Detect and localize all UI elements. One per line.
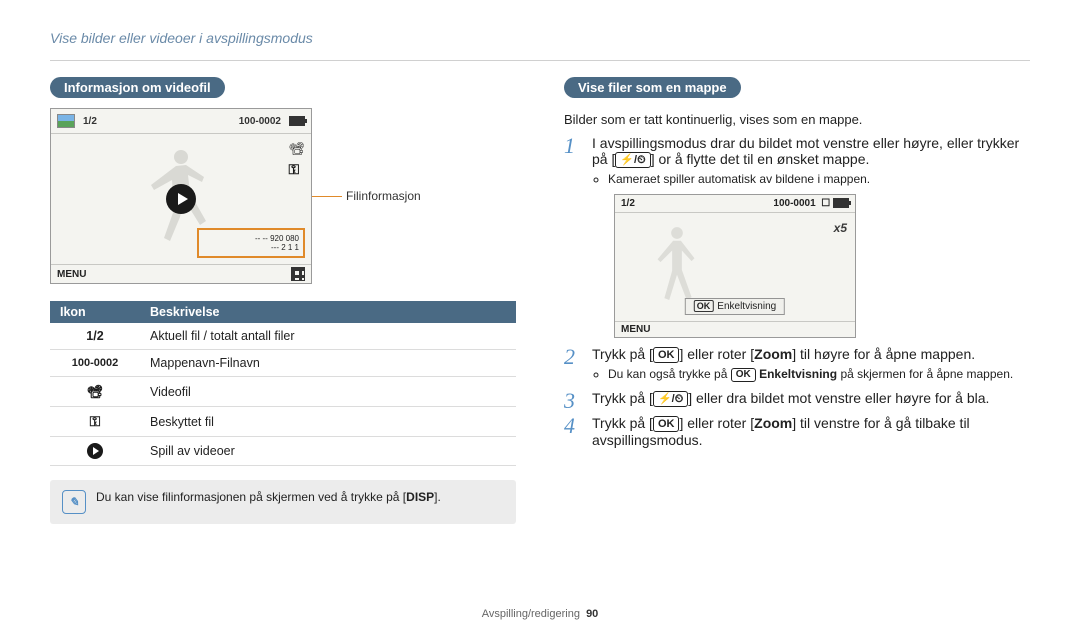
page-footer: Avspilling/redigering 90	[0, 608, 1080, 620]
right-column: Vise filer som en mappe Bilder som er ta…	[564, 77, 1030, 524]
table-row: 1/2 Aktuell fil / totalt antall filer	[50, 323, 516, 350]
stack-count: x5	[834, 221, 847, 235]
lock-icon	[90, 413, 101, 430]
step-3: Trykk på [⚡/⏲] eller dra bildet mot vens…	[564, 390, 1030, 407]
step-1-sub: Kameraet spiller automatisk av bildene i…	[608, 172, 1030, 186]
lock-icon	[288, 161, 305, 178]
movie-icon	[87, 383, 104, 400]
step-4: Trykk på [OK] eller roter [Zoom] til ven…	[564, 415, 1030, 448]
battery-icon	[289, 116, 305, 126]
ok-button: OK	[653, 416, 680, 432]
folder-intro: Bilder som er tatt kontinuerlig, vises s…	[564, 112, 1030, 127]
table-row: Spill av videoer	[50, 437, 516, 466]
table-row: 100-0002 Mappenavn-Filnavn	[50, 350, 516, 377]
battery-icon	[833, 198, 849, 208]
th-desc: Beskrivelse	[140, 301, 516, 323]
th-icon: Ikon	[50, 301, 140, 323]
step-1: I avspillingsmodus drar du bildet mot ve…	[564, 135, 1030, 338]
folder-screenshot: 1/2 100-0001 ☐ x5	[614, 194, 856, 338]
single-view-button[interactable]: OKEnkeltvisning	[685, 298, 785, 315]
file-code: 100-0002	[239, 116, 281, 127]
ok-button: OK	[653, 347, 680, 363]
step-2-sub: Du kan også trykke på OK Enkeltvisning p…	[608, 367, 1030, 382]
file-code: 100-0001	[773, 198, 815, 209]
video-info-screenshot: 1/2 100-0002	[50, 108, 312, 284]
play-button[interactable]	[166, 184, 196, 214]
table-row: Beskyttet fil	[50, 407, 516, 437]
heading-video-info: Informasjon om videofil	[50, 77, 225, 98]
info-note: ✎ Du kan vise filinformasjonen på skjerm…	[50, 480, 516, 524]
thumbnail-icon	[57, 114, 75, 128]
divider	[50, 60, 1030, 61]
flash-timer-button: ⚡/⏲	[653, 391, 688, 407]
flash-timer-button: ⚡/⏲	[615, 152, 650, 168]
ok-button: OK	[731, 368, 756, 382]
table-row: Videofil	[50, 377, 516, 407]
left-column: Informasjon om videofil 1/2 100-0002	[50, 77, 516, 524]
file-info-overlay: -- -- 920 080 --- 2 1 1	[197, 228, 305, 258]
movie-icon	[288, 140, 305, 157]
note-icon: ✎	[62, 490, 86, 514]
breadcrumb: Vise bilder eller videoer i avspillingsm…	[50, 30, 1030, 46]
menu-label[interactable]: MENU	[621, 324, 650, 335]
step-2: Trykk på [OK] eller roter [Zoom] til høy…	[564, 346, 1030, 382]
heading-folder-view: Vise filer som en mappe	[564, 77, 741, 98]
menu-label[interactable]: MENU	[57, 269, 86, 280]
grid-icon[interactable]	[291, 267, 305, 281]
play-icon	[87, 443, 103, 459]
steps-list: I avspillingsmodus drar du bildet mot ve…	[564, 135, 1030, 448]
file-counter: 1/2	[83, 116, 97, 127]
file-counter: 1/2	[621, 198, 635, 209]
icon-description-table: Ikon Beskrivelse 1/2 Aktuell fil / total…	[50, 301, 516, 466]
